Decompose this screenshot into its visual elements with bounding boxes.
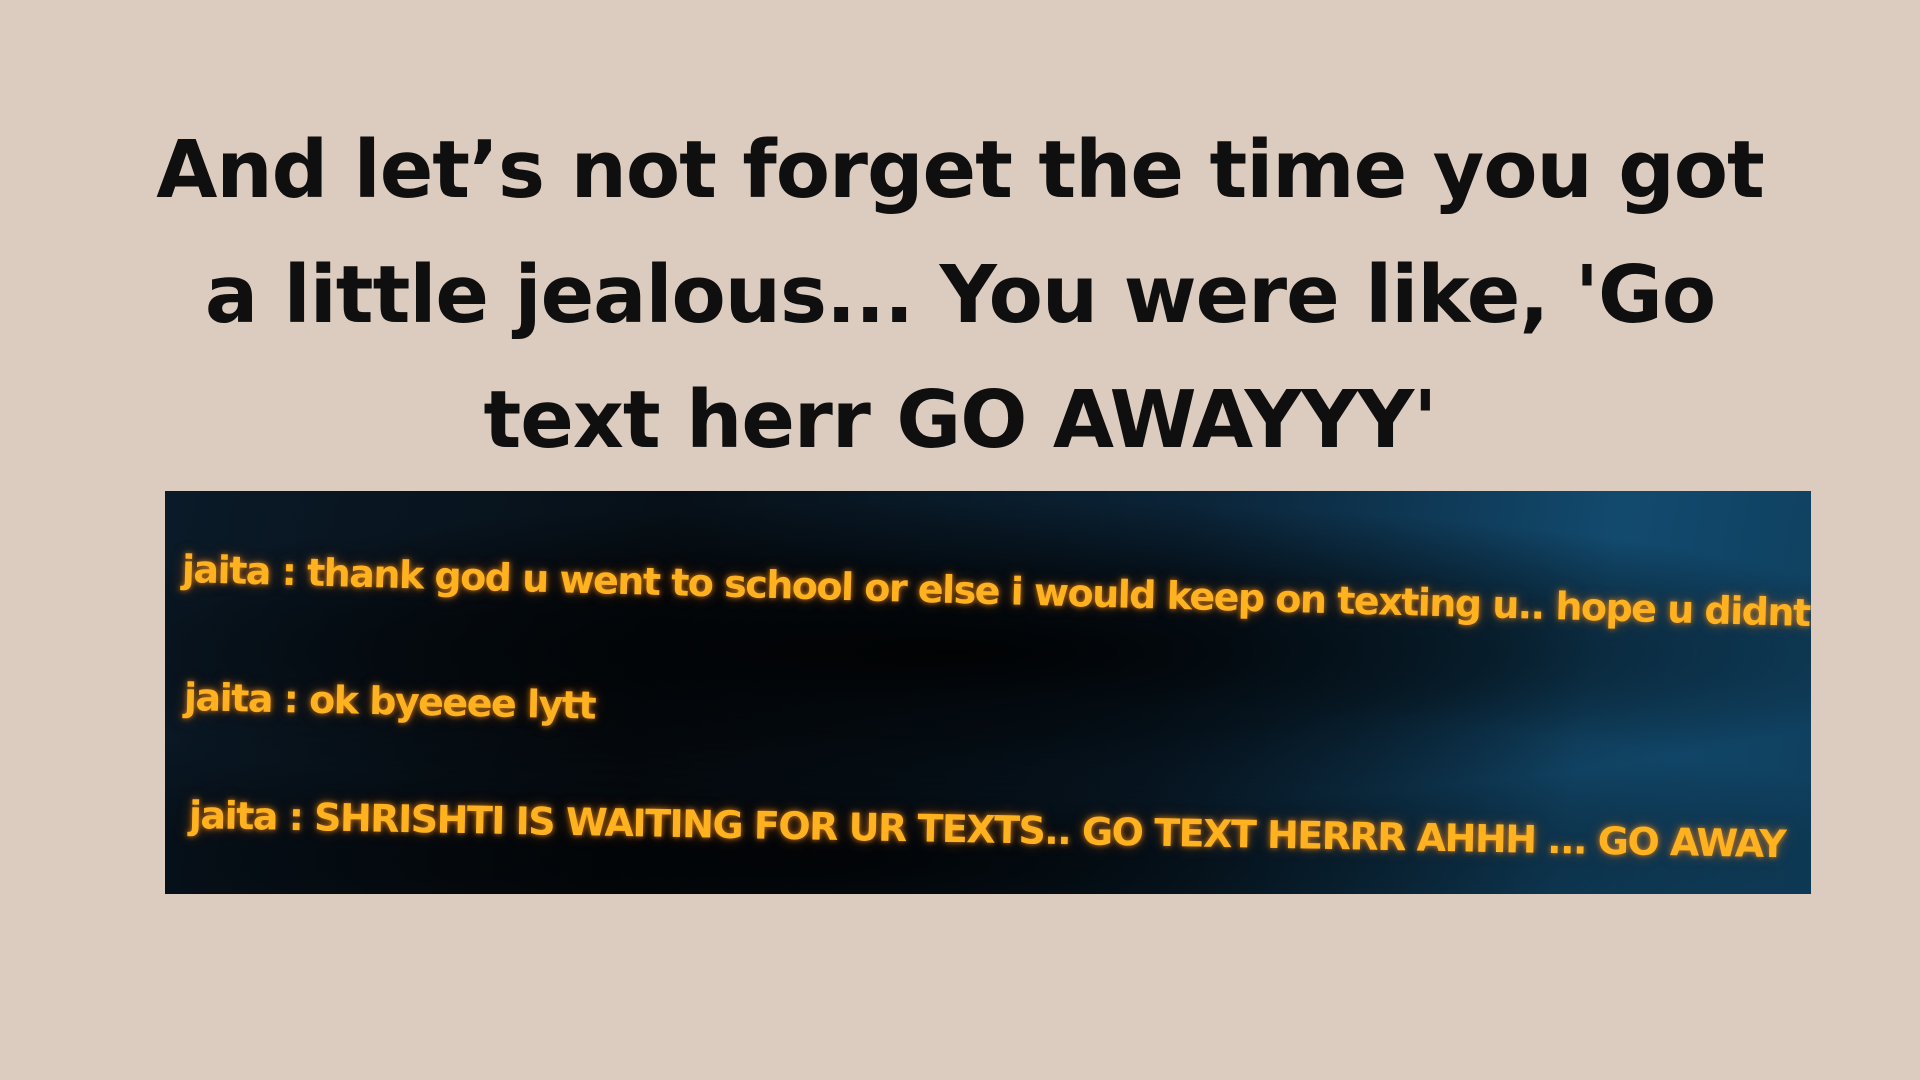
caption-line-1: And let’s not forget the time you got [156,124,1765,216]
chat-message: jaita : SHRISHTI IS WAITING FOR UR TEXTS… [188,793,1786,867]
caption-heading: And let’s not forget the time you got a … [110,108,1810,483]
caption-line-2: a little jealous... You were like, 'Go [204,249,1716,341]
chat-message: jaita : ok byeeee lytt [183,675,596,728]
caption-line-3: text herr GO AWAYYY' [483,374,1438,466]
chat-message: jaita : thank god u went to school or el… [181,547,1811,637]
chat-screenshot-photo: jaita : thank god u went to school or el… [165,491,1811,894]
